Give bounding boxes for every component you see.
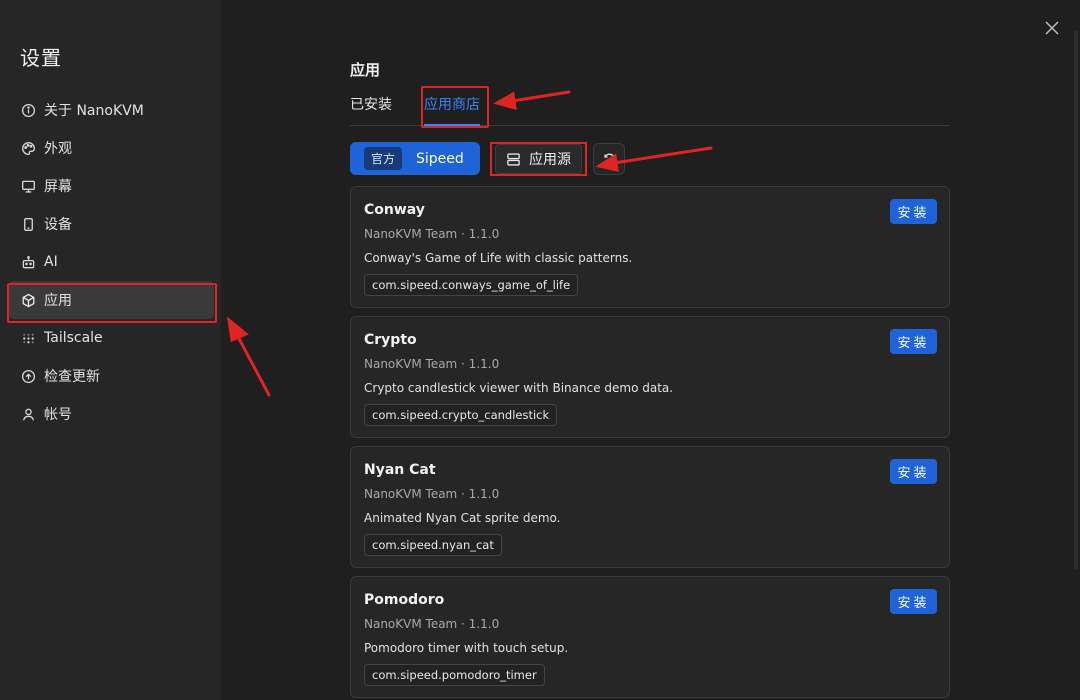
sidebar-item-label: 检查更新 xyxy=(44,369,100,385)
install-button[interactable]: 安装 xyxy=(890,459,937,484)
bot-icon xyxy=(20,254,36,270)
sidebar-item-ai[interactable]: AI xyxy=(8,243,214,281)
sidebar-item-account[interactable]: 帐号 xyxy=(8,395,214,433)
app-source-button[interactable]: 应用源 xyxy=(490,142,587,176)
app-list: Conway NanoKVM Team · 1.1.0 Conway's Gam… xyxy=(350,186,950,700)
dots-grid-icon xyxy=(20,330,36,346)
sidebar-item-about[interactable]: 关于 NanoKVM xyxy=(8,91,214,129)
package-icon xyxy=(20,292,36,308)
app-package-id: com.sipeed.crypto_candlestick xyxy=(364,404,558,426)
sidebar-nav: 关于 NanoKVM 外观 屏幕 设备 AI 应用 Tailscale 检查更新… xyxy=(8,91,214,433)
main-panel: 应用 已安装 应用商店 官方 Sipeed 应用源 Conway NanoKVM… xyxy=(221,0,1080,700)
app-card: Conway NanoKVM Team · 1.1.0 Conway's Gam… xyxy=(350,186,950,308)
sidebar-item-label: 设备 xyxy=(44,217,72,233)
sidebar-item-device[interactable]: 设备 xyxy=(8,205,214,243)
close-icon xyxy=(1045,21,1059,35)
palette-icon xyxy=(20,140,36,156)
sidebar-item-label: AI xyxy=(44,254,58,270)
sidebar-item-appearance[interactable]: 外观 xyxy=(8,129,214,167)
info-icon xyxy=(20,102,36,118)
app-description: Animated Nyan Cat sprite demo. xyxy=(364,511,561,525)
arrow-up-circle-icon xyxy=(20,368,36,384)
tab-bar: 已安装 应用商店 xyxy=(350,92,950,126)
app-card: Crypto NanoKVM Team · 1.1.0 Crypto candl… xyxy=(350,316,950,438)
sidebar-title: 设置 xyxy=(20,46,62,70)
tab-installed[interactable]: 已安装 xyxy=(350,94,392,124)
sidebar-item-check-update[interactable]: 检查更新 xyxy=(8,357,214,395)
store-toolbar: 官方 Sipeed 应用源 xyxy=(350,142,950,176)
sidebar-item-label: 应用 xyxy=(44,293,72,309)
install-button[interactable]: 安装 xyxy=(890,199,937,224)
official-badge: 官方 xyxy=(364,147,403,170)
app-package-id: com.sipeed.nyan_cat xyxy=(364,534,502,556)
page-title: 应用 xyxy=(350,61,381,79)
tab-app-store[interactable]: 应用商店 xyxy=(424,94,480,126)
app-meta: NanoKVM Team · 1.1.0 xyxy=(364,227,500,241)
settings-window: 设置 关于 NanoKVM 外观 屏幕 设备 AI 应用 Tailscale 检… xyxy=(0,0,1080,700)
app-name: Pomodoro xyxy=(364,592,445,608)
install-button[interactable]: 安装 xyxy=(890,329,937,354)
sidebar-item-tailscale[interactable]: Tailscale xyxy=(8,319,214,357)
sidebar-item-label: 关于 NanoKVM xyxy=(44,103,144,119)
sidebar-item-apps[interactable]: 应用 xyxy=(8,281,214,319)
server-icon xyxy=(507,152,520,166)
user-icon xyxy=(20,406,36,422)
sidebar-item-label: Tailscale xyxy=(44,330,103,346)
sidebar-item-label: 外观 xyxy=(44,141,72,157)
close-button[interactable] xyxy=(1042,18,1062,38)
install-button[interactable]: 安装 xyxy=(890,589,937,614)
app-package-id: com.sipeed.conways_game_of_life xyxy=(364,274,579,296)
source-selector[interactable]: 官方 Sipeed xyxy=(350,142,480,175)
scrollbar[interactable] xyxy=(1074,30,1078,570)
sidebar-item-screen[interactable]: 屏幕 xyxy=(8,167,214,205)
app-name: Crypto xyxy=(364,332,417,348)
app-meta: NanoKVM Team · 1.1.0 xyxy=(364,357,500,371)
app-source-inner: 应用源 xyxy=(495,144,582,174)
sidebar-item-label: 帐号 xyxy=(44,407,72,423)
refresh-icon xyxy=(603,153,615,165)
sidebar: 设置 关于 NanoKVM 外观 屏幕 设备 AI 应用 Tailscale 检… xyxy=(0,0,221,700)
app-package-id: com.sipeed.pomodoro_timer xyxy=(364,664,545,686)
device-icon xyxy=(20,216,36,232)
app-meta: NanoKVM Team · 1.1.0 xyxy=(364,487,500,501)
app-description: Conway's Game of Life with classic patte… xyxy=(364,251,633,265)
source-name: Sipeed xyxy=(416,150,464,167)
app-source-label: 应用源 xyxy=(529,152,571,168)
app-meta: NanoKVM Team · 1.1.0 xyxy=(364,617,500,631)
app-description: Crypto candlestick viewer with Binance d… xyxy=(364,381,674,395)
sidebar-item-label: 屏幕 xyxy=(44,179,72,195)
app-card: Nyan Cat NanoKVM Team · 1.1.0 Animated N… xyxy=(350,446,950,568)
app-card: Pomodoro NanoKVM Team · 1.1.0 Pomodoro t… xyxy=(350,576,950,698)
monitor-icon xyxy=(20,178,36,194)
app-name: Nyan Cat xyxy=(364,462,436,478)
refresh-button[interactable] xyxy=(593,143,625,175)
app-description: Pomodoro timer with touch setup. xyxy=(364,641,569,655)
app-name: Conway xyxy=(364,202,425,218)
